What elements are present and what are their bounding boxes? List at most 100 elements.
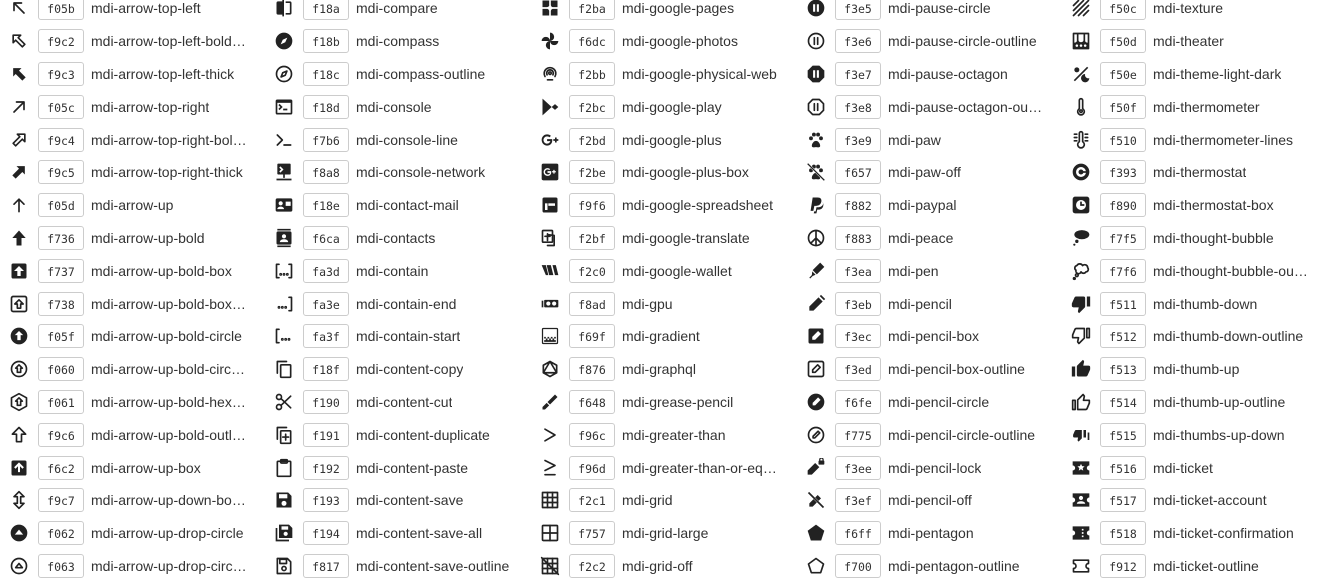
codepoint-badge: f9c2 xyxy=(38,29,84,54)
icon-entry: f2bd mdi-google-plus xyxy=(539,123,805,156)
arrow-up-drop-circle-outline-icon xyxy=(8,555,30,577)
icon-class-name: mdi-content-paste xyxy=(356,459,469,476)
codepoint-badge: f817 xyxy=(303,553,349,578)
icon-class-name: mdi-paypal xyxy=(888,197,957,214)
thought-bubble-icon xyxy=(1070,227,1092,249)
icon-class-name: mdi-thermometer xyxy=(1153,98,1260,115)
paw-icon xyxy=(805,129,827,151)
arrow-up-bold-circle-icon xyxy=(8,325,30,347)
icon-entry: f50d mdi-theater xyxy=(1070,25,1328,58)
icon-entry: f513 mdi-thumb-up xyxy=(1070,353,1328,386)
icon-entry: f96c mdi-greater-than xyxy=(539,418,805,451)
icon-class-name: mdi-thumb-down xyxy=(1153,295,1258,312)
icon-entry: f9c7 mdi-arrow-up-down-bo… xyxy=(8,484,274,517)
icon-entry: f3eb mdi-pencil xyxy=(805,287,1071,320)
google-physical-web-icon xyxy=(539,63,561,85)
grease-pencil-icon xyxy=(539,391,561,413)
icon-entry: f700 mdi-pentagon-outline xyxy=(805,550,1071,583)
icon-entry: f3ea mdi-pen xyxy=(805,254,1071,287)
icon-entry: f3ef mdi-pencil-off xyxy=(805,484,1071,517)
icon-class-name: mdi-content-copy xyxy=(356,361,464,378)
codepoint-badge: f9c6 xyxy=(38,422,84,447)
thumb-down-icon xyxy=(1070,293,1092,315)
icon-entry: f737 mdi-arrow-up-bold-box xyxy=(8,254,274,287)
codepoint-badge: f657 xyxy=(835,160,881,185)
icon-class-name: mdi-arrow-top-right-thick xyxy=(91,164,243,181)
codepoint-badge: f736 xyxy=(38,225,84,250)
codepoint-badge: f700 xyxy=(835,553,881,578)
icon-class-name: mdi-texture xyxy=(1153,0,1224,17)
icon-class-name: mdi-google-photos xyxy=(622,33,738,50)
icon-class-name: mdi-google-pages xyxy=(622,0,735,17)
google-pages-icon xyxy=(539,0,561,19)
icon-entry: f05f mdi-arrow-up-bold-circle xyxy=(8,320,274,353)
icon-class-name: mdi-thermometer-lines xyxy=(1153,131,1294,148)
codepoint-badge: f50e xyxy=(1100,61,1146,86)
icon-entry: f060 mdi-arrow-up-bold-circ… xyxy=(8,353,274,386)
icon-class-name: mdi-grid-large xyxy=(622,525,709,542)
icon-entry: f775 mdi-pencil-circle-outline xyxy=(805,418,1071,451)
arrow-top-left-icon xyxy=(8,0,30,19)
codepoint-badge: f50d xyxy=(1100,29,1146,54)
grid-off-icon xyxy=(539,555,561,577)
codepoint-badge: f3ea xyxy=(835,258,881,283)
codepoint-badge: f190 xyxy=(303,389,349,414)
thermostat-icon xyxy=(1070,161,1092,183)
icon-class-name: mdi-contact-mail xyxy=(356,197,459,214)
pentagon-icon xyxy=(805,522,827,544)
codepoint-badge: f2ba xyxy=(569,0,615,21)
icon-class-name: mdi-thumb-up-outline xyxy=(1153,393,1286,410)
icon-class-name: mdi-thermostat-box xyxy=(1153,197,1274,214)
codepoint-badge: fa3f xyxy=(303,324,349,349)
icon-entry: f2c0 mdi-google-wallet xyxy=(539,254,805,287)
arrow-up-icon xyxy=(8,194,30,216)
codepoint-badge: f3e6 xyxy=(835,29,881,54)
contain-end-icon xyxy=(273,293,295,315)
icon-entry: fa3f mdi-contain-start xyxy=(273,320,539,353)
icon-class-name: mdi-thumb-down-outline xyxy=(1153,328,1304,345)
codepoint-badge: f18d xyxy=(303,94,349,119)
codepoint-badge: f876 xyxy=(569,357,615,382)
codepoint-badge: f191 xyxy=(303,422,349,447)
icon-entry: fa3e mdi-contain-end xyxy=(273,287,539,320)
icon-entry: f912 mdi-ticket-outline xyxy=(1070,550,1328,583)
icon-class-name: mdi-grid xyxy=(622,492,673,509)
contacts-icon xyxy=(273,227,295,249)
icon-entry: f514 mdi-thumb-up-outline xyxy=(1070,386,1328,419)
icon-class-name: mdi-arrow-top-left xyxy=(91,0,201,17)
icon-class-name: mdi-contain-start xyxy=(356,328,461,345)
content-copy-icon xyxy=(273,358,295,380)
icon-entry: f9c3 mdi-arrow-top-left-thick xyxy=(8,58,274,91)
codepoint-badge: f96c xyxy=(569,422,615,447)
grid-large-icon xyxy=(539,522,561,544)
icon-entry: f6dc mdi-google-photos xyxy=(539,25,805,58)
arrow-top-left-bold-outline-icon xyxy=(8,30,30,52)
peace-icon xyxy=(805,227,827,249)
icon-entry: f3e7 mdi-pause-octagon xyxy=(805,58,1071,91)
icon-entry: f516 mdi-ticket xyxy=(1070,451,1328,484)
arrow-up-bold-box-icon xyxy=(8,260,30,282)
icon-entry: f3e6 mdi-pause-circle-outline xyxy=(805,25,1071,58)
thought-bubble-outline-icon xyxy=(1070,260,1092,282)
icon-entry: f9c5 mdi-arrow-top-right-thick xyxy=(8,156,274,189)
icon-class-name: mdi-gradient xyxy=(622,328,700,345)
paypal-icon xyxy=(805,194,827,216)
codepoint-badge: f737 xyxy=(38,258,84,283)
codepoint-badge: f3ee xyxy=(835,455,881,480)
content-save-icon xyxy=(273,489,295,511)
icon-class-name: mdi-theme-light-dark xyxy=(1153,65,1282,82)
codepoint-badge: f883 xyxy=(835,225,881,250)
pencil-box-outline-icon xyxy=(805,358,827,380)
icon-entry: f7f5 mdi-thought-bubble xyxy=(1070,222,1328,255)
icon-entry: f7f6 mdi-thought-bubble-ou… xyxy=(1070,254,1328,287)
icon-class-name: mdi-arrow-up-box xyxy=(91,459,201,476)
codepoint-badge: f9c4 xyxy=(38,127,84,152)
icon-entry: f817 mdi-content-save-outline xyxy=(273,550,539,583)
icon-entry: f8a8 mdi-console-network xyxy=(273,156,539,189)
codepoint-badge: f516 xyxy=(1100,455,1146,480)
icon-class-name: mdi-compare xyxy=(356,0,438,17)
icon-entry: f6c2 mdi-arrow-up-box xyxy=(8,451,274,484)
icon-class-name: mdi-arrow-up-down-bo… xyxy=(91,492,246,509)
thermostat-box-icon xyxy=(1070,194,1092,216)
codepoint-badge: fa3d xyxy=(303,258,349,283)
